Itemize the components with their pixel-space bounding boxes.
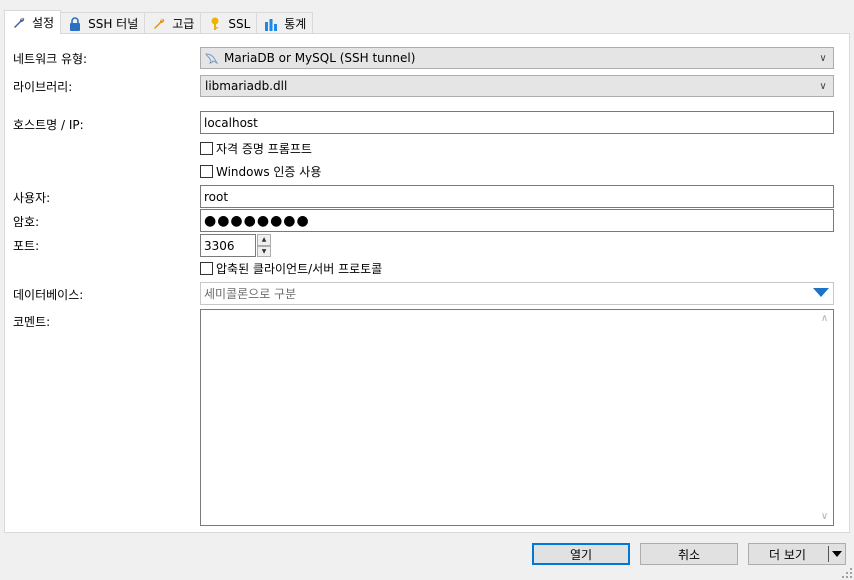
key-icon [207, 16, 223, 32]
library-label: 라이브러리: [13, 80, 73, 94]
prompt-credentials-label: 자격 증명 프롬프트 [216, 142, 312, 156]
tab-settings[interactable]: 설정 [4, 10, 62, 34]
windows-auth-checkbox[interactable]: Windows 인증 사용 [200, 163, 321, 180]
tab-ssh-tunnel[interactable]: SSH 터널 [60, 12, 146, 34]
resize-grip-icon[interactable] [842, 568, 852, 578]
mysql-dolphin-icon [205, 52, 219, 64]
library-select[interactable]: libmariadb.dll ∨ [200, 75, 834, 97]
split-divider [828, 546, 829, 562]
checkbox-box[interactable] [200, 262, 213, 275]
network-type-select[interactable]: MariaDB or MySQL (SSH tunnel) ∨ [200, 47, 834, 69]
user-input[interactable]: root [200, 185, 834, 208]
more-button[interactable]: 더 보기 [748, 543, 846, 565]
tab-ssl-label: SSL [228, 16, 251, 31]
dropdown-arrow-icon[interactable] [832, 551, 842, 557]
host-value: localhost [204, 115, 258, 130]
stepper-down-icon[interactable]: ▼ [257, 245, 271, 257]
chevron-down-icon: ∨ [819, 80, 827, 92]
cancel-button-label: 취소 [677, 547, 701, 562]
network-type-value: MariaDB or MySQL (SSH tunnel) [224, 51, 416, 65]
tab-bar: 설정 SSH 터널 고급 SSL 통계 [4, 10, 314, 34]
checkbox-box[interactable] [200, 142, 213, 155]
database-placeholder: 세미콜론으로 구분 [204, 287, 297, 301]
port-label: 포트: [13, 239, 40, 253]
tab-settings-label: 설정 [32, 16, 55, 30]
windows-auth-label: Windows 인증 사용 [216, 165, 322, 179]
session-settings-window: 설정 SSH 터널 고급 SSL 통계 네트워크 유형: MariaDB or … [0, 0, 854, 580]
open-button[interactable]: 열기 [532, 543, 630, 565]
password-value: ●●●●●●●● [204, 212, 310, 229]
wrench-icon [11, 15, 27, 31]
stepper-up-icon[interactable]: ▲ [257, 234, 271, 246]
cancel-button[interactable]: 취소 [640, 543, 738, 565]
prompt-credentials-checkbox[interactable]: 자격 증명 프롬프트 [200, 140, 312, 157]
network-type-label: 네트워크 유형: [13, 52, 88, 66]
tab-advanced-label: 고급 [172, 17, 195, 31]
tab-advanced[interactable]: 고급 [144, 12, 202, 34]
open-button-label: 열기 [569, 547, 593, 562]
database-input[interactable]: 세미콜론으로 구분 [200, 282, 834, 305]
wrench-icon [151, 16, 167, 32]
user-value: root [204, 189, 229, 204]
bar-chart-icon [263, 16, 279, 32]
tab-ssh-tunnel-label: SSH 터널 [88, 17, 139, 31]
dropdown-arrow-icon[interactable] [813, 288, 829, 297]
compressed-protocol-label: 압축된 클라이언트/서버 프로토콜 [216, 262, 383, 276]
compressed-protocol-checkbox[interactable]: 압축된 클라이언트/서버 프로토콜 [200, 260, 382, 277]
tab-statistics-label: 통계 [284, 17, 307, 31]
password-input[interactable]: ●●●●●●●● [200, 209, 834, 232]
tab-statistics[interactable]: 통계 [256, 12, 314, 34]
scrollbar[interactable]: ∧ ∨ [816, 310, 833, 525]
user-label: 사용자: [13, 191, 51, 205]
host-label: 호스트명 / IP: [13, 118, 84, 132]
comment-label: 코멘트: [13, 315, 51, 329]
more-button-label: 더 보기 [769, 547, 806, 562]
chevron-down-icon: ∨ [819, 52, 827, 64]
comment-textarea[interactable]: ∧ ∨ [200, 309, 834, 526]
tab-ssl[interactable]: SSL [200, 12, 258, 34]
port-input[interactable]: 3306 [200, 234, 256, 257]
password-label: 암호: [13, 215, 40, 229]
scroll-up-icon[interactable]: ∧ [816, 310, 833, 327]
scroll-down-icon[interactable]: ∨ [816, 508, 833, 525]
settings-panel: 네트워크 유형: MariaDB or MySQL (SSH tunnel) ∨… [4, 33, 850, 533]
lock-icon [67, 16, 83, 32]
port-stepper[interactable]: ▲ ▼ [257, 234, 271, 257]
library-value: libmariadb.dll [205, 79, 288, 93]
checkbox-box[interactable] [200, 165, 213, 178]
database-label: 데이터베이스: [13, 288, 84, 302]
port-value: 3306 [204, 238, 235, 253]
host-input[interactable]: localhost [200, 111, 834, 134]
